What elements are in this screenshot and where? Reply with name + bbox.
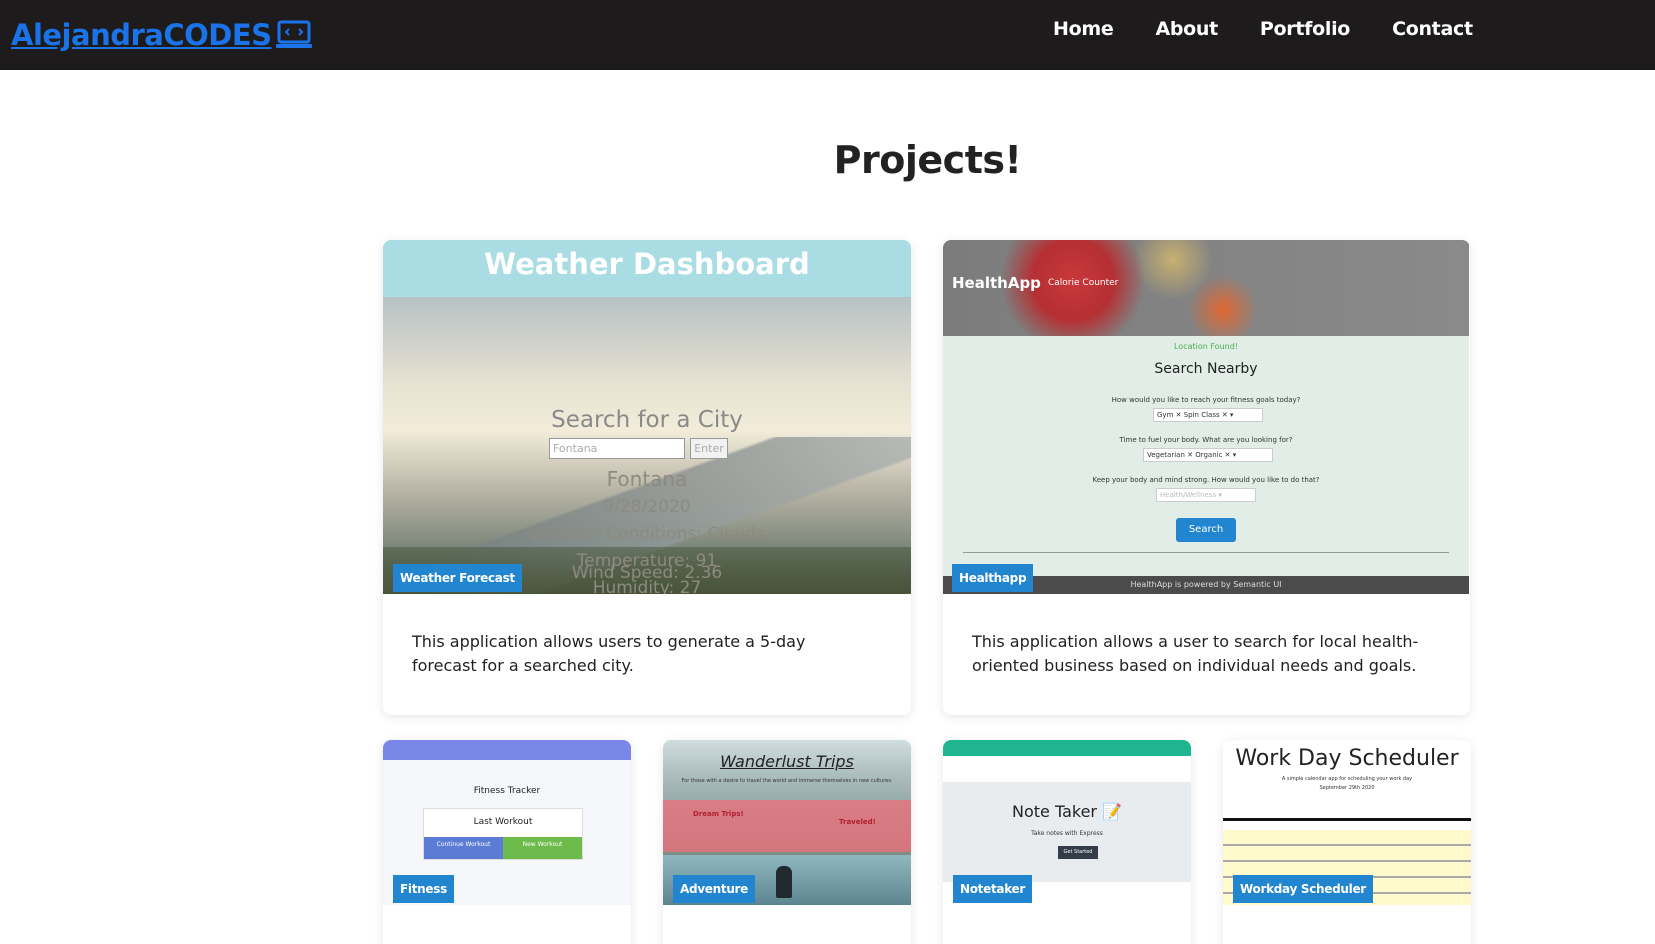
fitness-title: Fitness Tracker [473,786,541,796]
weather-dashboard-header: Weather Dashboard [383,240,911,297]
project-screenshot-weather[interactable]: Weather Dashboard Search for a City Font… [383,240,911,594]
dream-trips-label: Dream Trips! [693,810,744,818]
nav-home[interactable]: Home [1053,18,1114,40]
weather-date: 9/28/2020 [603,497,691,517]
tag-workday-scheduler: Workday Scheduler [1233,875,1373,903]
project-screenshot-fitness[interactable]: Fitness Tracker Last Workout Continue Wo… [383,740,631,905]
project-description-health: This application allows a user to search… [972,632,1419,675]
project-card-adventure[interactable]: Wanderlust Trips For those with a desire… [663,740,911,944]
workday-subtitle: A simple calendar app for scheduling you… [1281,776,1413,782]
tag-healthapp: Healthapp [952,564,1034,592]
location-found-text: Location Found! [1173,342,1238,351]
continue-workout-button: Continue Workout [424,837,503,859]
project-card-notetaker[interactable]: Note Taker 📝 Take notes with Express Get… [943,740,1191,944]
project-screenshot-notetaker[interactable]: Note Taker 📝 Take notes with Express Get… [943,740,1191,905]
divider [963,552,1449,553]
project-card-workday[interactable]: Work Day Scheduler A simple calendar app… [1223,740,1471,944]
tag-notetaker: Notetaker [953,875,1033,903]
brand-link[interactable]: AlejandraCODES [11,18,312,52]
weather-search-input: Fontana [549,438,685,459]
food-chips: Vegetarian ✕ Organic ✕ ▾ [1143,448,1273,462]
project-screenshot-adventure[interactable]: Wanderlust Trips For those with a desire… [663,740,911,905]
tag-adventure: Adventure [673,875,756,903]
nav-contact[interactable]: Contact [1392,18,1473,40]
notetaker-subtitle: Take notes with Express [1031,830,1103,837]
weather-background: Search for a City Fontana Enter Fontana … [383,297,911,594]
wanderlust-pink-band: Dream Trips! Traveled! [663,800,911,852]
wanderlust-title: Wanderlust Trips [720,752,854,771]
workday-date: September 29th 2020 [1319,785,1375,791]
laptop-code-icon [275,20,312,48]
wanderlust-subtitle: For those with a desire to travel the wo… [681,778,893,784]
notetaker-title: Note Taker 📝 [1011,802,1122,821]
nav-about[interactable]: About [1155,18,1218,40]
project-card-weather[interactable]: Weather Dashboard Search for a City Font… [383,240,911,715]
nav-portfolio[interactable]: Portfolio [1260,18,1350,40]
project-screenshot-workday[interactable]: Work Day Scheduler A simple calendar app… [1223,740,1471,905]
question-fitness: How would you like to reach your fitness… [1111,396,1301,404]
get-started-button: Get Started [1058,846,1098,859]
brand-text[interactable]: AlejandraCODES [11,18,272,52]
notetaker-jumbotron: Note Taker 📝 Take notes with Express Get… [943,782,1191,882]
fitness-panel: Last Workout Continue Workout New Workou… [423,808,583,860]
workday-divider [1223,818,1471,821]
healthapp-subtitle: Calorie Counter [1048,278,1119,288]
healthapp-brand: HealthApp [952,274,1041,292]
healthapp-search-button-visible: Search [1176,518,1236,542]
question-wellness: Keep your body and mind strong. How woul… [1092,476,1320,484]
nav-links: Home About Portfolio Contact [1053,18,1515,40]
last-workout-title: Last Workout [473,817,533,827]
project-card-fitness[interactable]: Fitness Tracker Last Workout Continue Wo… [383,740,631,944]
healthapp-body: Location Found! Search Nearby How would … [943,336,1469,576]
project-description-weather: This application allows users to generat… [412,632,806,675]
workday-title: Work Day Scheduler [1235,746,1459,771]
project-screenshot-health[interactable]: HealthApp Calorie Counter Location Found… [943,240,1470,594]
navbar: AlejandraCODES Home About Portfolio Cont… [0,0,1655,70]
weather-enter-button: Enter [690,438,728,459]
tag-fitness: Fitness [393,875,454,903]
new-workout-button: New Workout [503,837,582,859]
traveled-label: Traveled! [839,818,876,826]
fitness-header-bar [383,740,631,760]
weather-city: Fontana [606,467,688,491]
weather-conditions: Weather Conditions: Clouds [529,524,765,544]
wellness-select: Health/Wellness ▾ [1156,488,1256,502]
question-food: Time to fuel your body. What are you loo… [1119,436,1293,444]
notetaker-header-bar [943,740,1191,756]
fruit-banner-image: HealthApp Calorie Counter [943,240,1469,336]
fitness-chips: Gym ✕ Spin Class ✕ ▾ [1153,408,1263,422]
tag-weather-forecast: Weather Forecast [393,564,522,592]
weather-search-title: Search for a City [551,407,743,433]
person-silhouette [776,866,792,898]
page-title: Projects! [833,138,1022,182]
project-card-health[interactable]: HealthApp Calorie Counter Location Found… [943,240,1470,715]
search-nearby-title: Search Nearby [1154,361,1258,377]
